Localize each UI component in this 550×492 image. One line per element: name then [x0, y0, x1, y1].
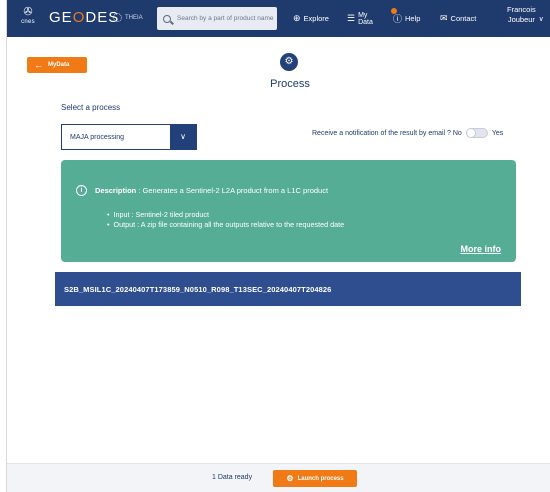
data-ready-count: 1 Data ready: [212, 474, 253, 481]
launch-process-button[interactable]: ⚙ Launch process: [273, 470, 357, 487]
gear-icon: ⚙: [280, 53, 298, 71]
user-menu[interactable]: Francois Joubeur ∨: [507, 5, 544, 25]
nav-mydata[interactable]: ☰ My Data: [347, 0, 373, 37]
app-frame: ✇ cnes GEODES THEIA ⊕ Explore ☰ MyData ⓘ…: [6, 0, 550, 492]
cnes-mark-icon: ✇: [23, 6, 33, 18]
chevron-down-icon[interactable]: ∨: [170, 125, 196, 149]
gear-icon: ⚙: [286, 474, 294, 483]
email-notification-toggle[interactable]: [465, 128, 488, 138]
product-search[interactable]: [157, 7, 277, 30]
process-select[interactable]: MAJA processing ∨: [61, 124, 197, 150]
search-input[interactable]: [177, 15, 275, 22]
nav-help[interactable]: ⓘ Help: [391, 0, 420, 37]
cart-icon: ☰: [347, 13, 356, 23]
process-select-value: MAJA processing: [70, 133, 125, 141]
globe-icon: ⊕: [293, 13, 301, 23]
notification-dot: [391, 8, 397, 14]
description-item: Input : Sentinel-2 tiled product: [107, 210, 344, 220]
product-item[interactable]: S2B_MSIL1C_20240407T173859_N0510_R098_T1…: [55, 272, 521, 306]
chevron-down-icon: ∨: [538, 16, 544, 23]
mail-icon: ✉: [440, 13, 448, 23]
more-info-link[interactable]: More info: [461, 244, 502, 254]
description-list: Input : Sentinel-2 tiled product Output …: [107, 210, 345, 230]
nav-contact[interactable]: ✉ Contact: [440, 0, 476, 37]
description-item: Output : A zip file containing all the o…: [107, 220, 345, 230]
geodes-logo[interactable]: GEODES: [49, 9, 119, 26]
email-notification-setting: Receive a notification of the result by …: [312, 128, 504, 138]
toggle-knob: [465, 128, 476, 138]
cnes-logo[interactable]: ✇ cnes: [15, 6, 41, 32]
process-section-label: Select a process: [61, 103, 121, 112]
theia-mark-icon: [113, 13, 122, 22]
back-to-mydata-button[interactable]: ← MyData: [27, 57, 87, 73]
description-card: i Description : Generates a Sentinel-2 L…: [61, 160, 516, 262]
description-text: Description : Generates a Sentinel-2 L2A…: [95, 186, 329, 195]
theia-logo: THEIA: [113, 13, 151, 25]
top-navbar: ✇ cnes GEODES THEIA ⊕ Explore ☰ MyData ⓘ…: [7, 0, 550, 37]
search-icon: [163, 14, 171, 23]
page-title: Process: [270, 78, 310, 90]
footer-bar: 1 Data ready ⚙ Launch process: [7, 463, 550, 492]
nav-explore[interactable]: ⊕ Explore: [293, 0, 329, 37]
info-icon: i: [76, 185, 87, 196]
arrow-left-icon: ←: [34, 60, 43, 70]
